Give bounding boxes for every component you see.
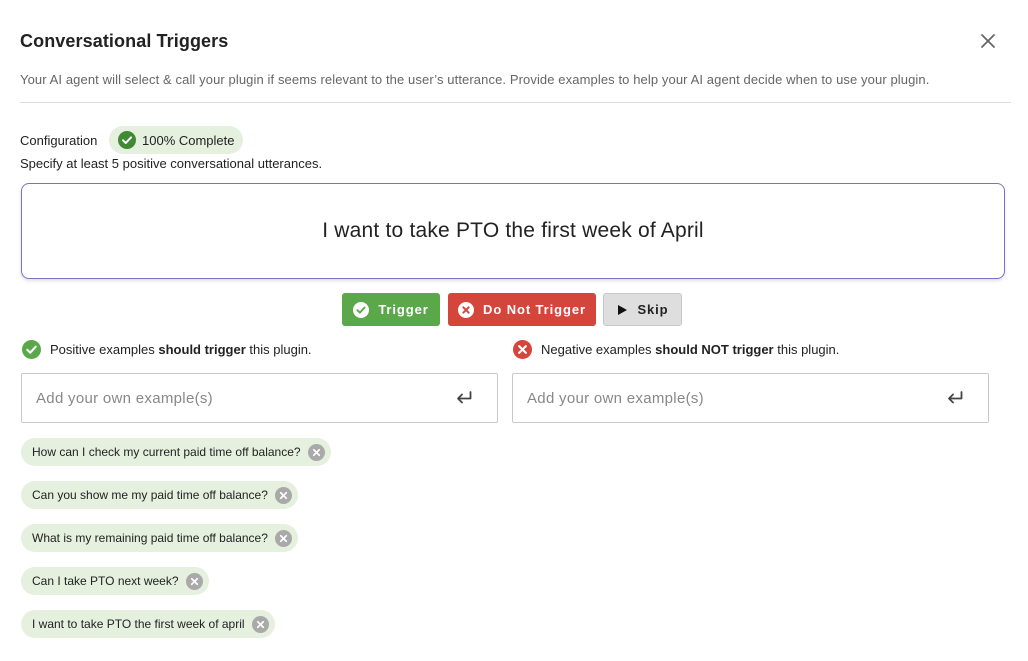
positive-example-chip: Can you show me my paid time off balance… xyxy=(21,481,298,509)
utterance-text: I want to take PTO the first week of Apr… xyxy=(322,219,704,242)
positive-example-chip: Can I take PTO next week? xyxy=(21,567,209,595)
chip-label: Can I take PTO next week? xyxy=(32,574,179,588)
remove-chip-icon[interactable] xyxy=(274,486,292,504)
status-badge-label: 100% Complete xyxy=(142,132,235,148)
check-circle-icon xyxy=(118,131,136,149)
utterance-box: I want to take PTO the first week of Apr… xyxy=(21,183,1005,279)
chip-label: What is my remaining paid time off balan… xyxy=(32,531,268,545)
positive-example-input[interactable] xyxy=(34,388,438,408)
negative-example-field[interactable] xyxy=(512,373,989,423)
enter-return-icon[interactable] xyxy=(946,390,964,406)
negative-heading-text: Negative examples should NOT trigger thi… xyxy=(541,342,840,357)
do-not-trigger-button-label: Do Not Trigger xyxy=(483,302,586,317)
divider xyxy=(20,102,1011,103)
negative-example-input[interactable] xyxy=(525,388,929,408)
check-circle-icon xyxy=(353,301,370,318)
chip-label: How can I check my current paid time off… xyxy=(32,445,301,459)
positive-example-chip: What is my remaining paid time off balan… xyxy=(21,524,298,552)
close-button[interactable] xyxy=(978,31,998,51)
status-badge: 100% Complete xyxy=(109,126,243,154)
negative-examples-heading: Negative examples should NOT trigger thi… xyxy=(513,340,839,359)
trigger-button-label: Trigger xyxy=(378,302,429,317)
play-icon xyxy=(618,304,628,315)
remove-chip-icon[interactable] xyxy=(274,529,292,547)
do-not-trigger-button[interactable]: Do Not Trigger xyxy=(448,293,596,326)
remove-chip-icon[interactable] xyxy=(307,443,325,461)
positive-example-chip: I want to take PTO the first week of apr… xyxy=(21,610,275,638)
positive-examples-heading: Positive examples should trigger this pl… xyxy=(22,340,312,359)
configuration-label: Configuration xyxy=(20,133,98,148)
positive-example-chip: How can I check my current paid time off… xyxy=(21,438,331,466)
positive-heading-text: Positive examples should trigger this pl… xyxy=(50,342,312,357)
skip-button-label: Skip xyxy=(637,302,669,317)
chip-label: Can you show me my paid time off balance… xyxy=(32,488,268,502)
x-circle-icon xyxy=(513,340,532,359)
configuration-instruction: Specify at least 5 positive conversation… xyxy=(20,156,323,171)
close-icon[interactable] xyxy=(978,31,998,51)
remove-chip-icon[interactable] xyxy=(185,572,203,590)
skip-button[interactable]: Skip xyxy=(603,293,682,326)
x-circle-icon xyxy=(458,301,475,318)
enter-return-icon[interactable] xyxy=(455,390,473,406)
positive-example-field[interactable] xyxy=(21,373,498,423)
check-circle-icon xyxy=(22,340,41,359)
remove-chip-icon[interactable] xyxy=(251,615,269,633)
dialog-subtitle: Your AI agent will select & call your pl… xyxy=(20,72,930,87)
chip-label: I want to take PTO the first week of apr… xyxy=(32,617,245,631)
dialog-title: Conversational Triggers xyxy=(20,31,229,51)
trigger-button[interactable]: Trigger xyxy=(342,293,440,326)
